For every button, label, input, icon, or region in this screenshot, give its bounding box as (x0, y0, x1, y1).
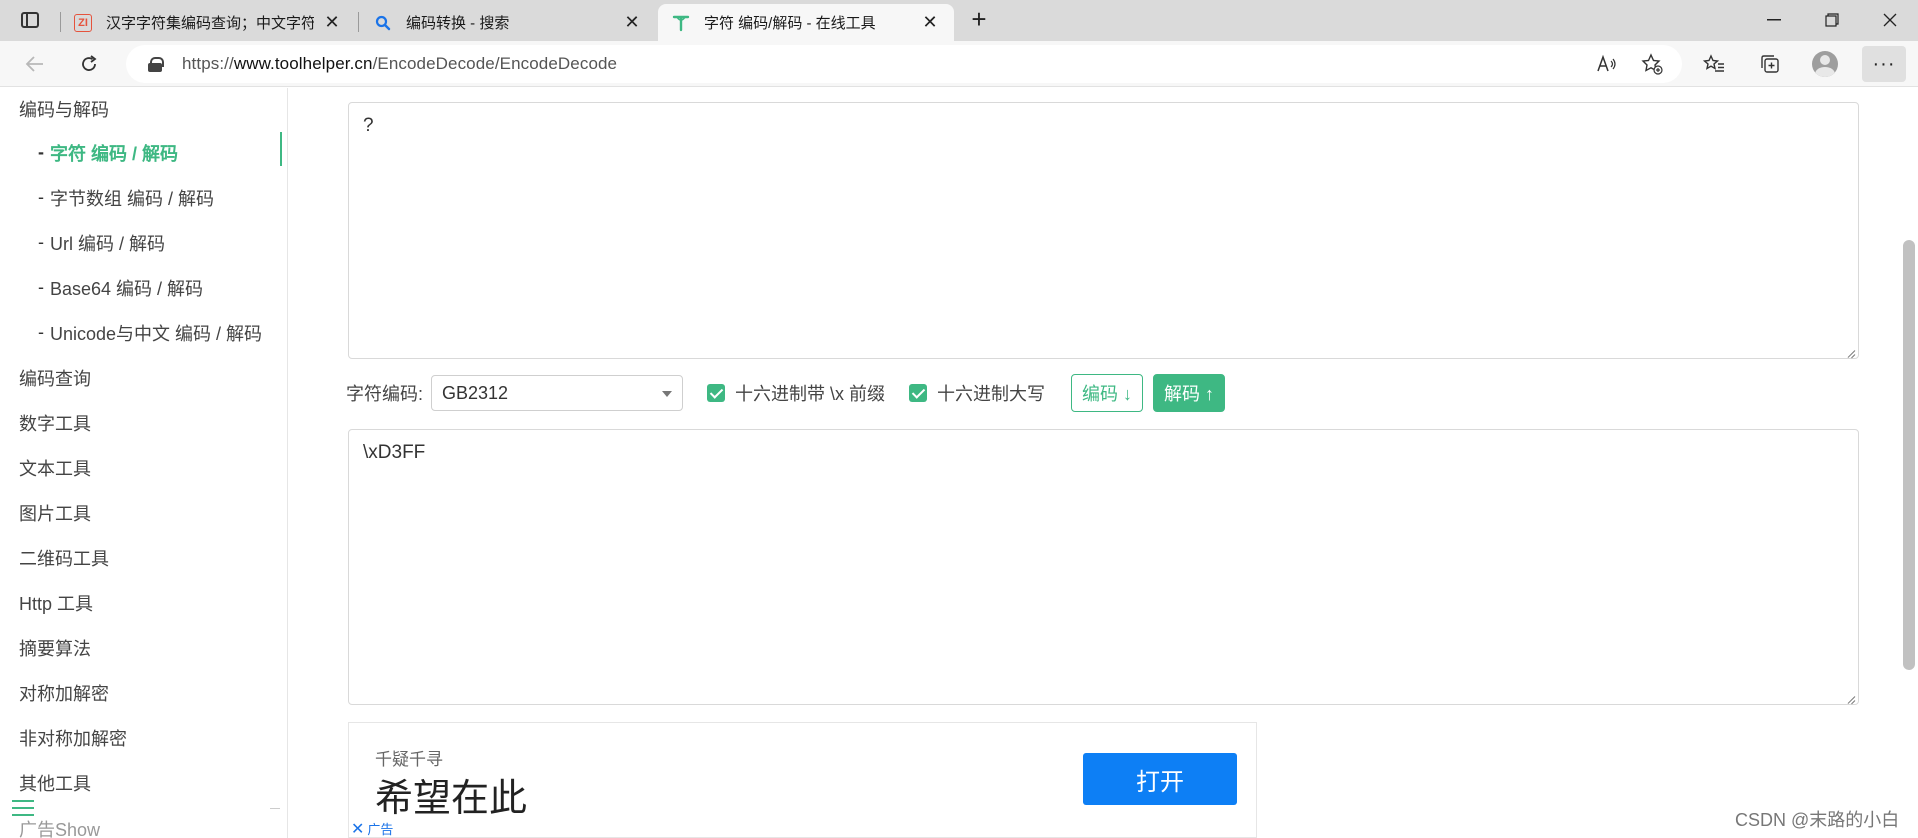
checkbox-checked-icon (909, 384, 928, 402)
sidebar: 编码与解码 - 字符 编码 / 解码 - 字节数组 编码 / 解码 - Url 编码 … (0, 88, 288, 838)
resize-handle-icon[interactable] (1844, 344, 1856, 356)
output-text: \xD3FF (363, 442, 426, 463)
sidebar-item-url[interactable]: - Url 编码 / 解码 (0, 220, 288, 265)
close-icon[interactable]: ✕ (622, 12, 642, 33)
sidebar-group-symmetric[interactable]: 对称加解密 (0, 670, 288, 715)
refresh-button[interactable] (72, 47, 106, 81)
collections-icon[interactable] (1755, 49, 1785, 79)
sidebar-item-base64[interactable]: - Base64 编码 / 解码 (0, 265, 288, 310)
charset-value: GB2312 (442, 382, 509, 403)
ad-banner[interactable]: 千疑千寻 希望在此 打开 ✕ 广告 (348, 722, 1257, 838)
ad-tag[interactable]: ✕ 广告 (351, 819, 393, 838)
minimize-button[interactable] (1746, 0, 1802, 40)
caret-down-icon (662, 391, 673, 397)
tab-title: 编码转换 - 搜索 (406, 15, 510, 32)
sidebar-group-encode-query[interactable]: 编码查询 (0, 355, 288, 400)
close-window-button[interactable] (1862, 0, 1918, 40)
back-arrow-icon (25, 56, 43, 72)
input-textarea[interactable]: ? (348, 102, 1859, 359)
tab-zi[interactable]: ZI 汉字字符集编码查询；中文字符集 ✕ (60, 4, 356, 41)
read-aloud-icon[interactable] (1592, 49, 1622, 79)
charset-label: 字符编码: (346, 384, 424, 404)
sidebar-group-encode-decode[interactable]: 编码与解码 (0, 86, 288, 131)
sidebar-group-image-tools[interactable]: 图片工具 (0, 490, 288, 535)
hex-upper-checkbox[interactable]: 十六进制大写 (909, 380, 1045, 406)
tab-title: 汉字字符集编码查询；中文字符集 (106, 15, 314, 32)
controls-row: 字符编码: GB2312 十六进制带 \x 前缀 十六进制大写 编码 ↓ 解码 … (346, 373, 1226, 413)
new-tab-button[interactable]: + (964, 4, 994, 36)
charset-select[interactable]: GB2312 (431, 375, 684, 411)
tab-actions-icon (21, 12, 39, 28)
close-icon[interactable]: ✕ (351, 821, 364, 838)
sidebar-group-text-tools[interactable]: 文本工具 (0, 445, 288, 490)
address-bar[interactable]: https://www.toolhelper.cn/EncodeDecode/E… (126, 45, 1682, 83)
avatar-icon (1812, 51, 1838, 77)
sidebar-group-other-tools[interactable]: 其他工具 (0, 760, 288, 805)
sidebar-item-char-encode[interactable]: - 字符 编码 / 解码 (0, 130, 288, 175)
input-text: ? (363, 115, 374, 136)
checkbox-checked-icon (707, 384, 726, 402)
browser-toolbar: https://www.toolhelper.cn/EncodeDecode/E… (0, 41, 1918, 87)
hex-upper-label: 十六进制大写 (937, 384, 1046, 404)
output-textarea[interactable]: \xD3FF (348, 429, 1859, 705)
sidebar-group-qrcode-tools[interactable]: 二维码工具 (0, 535, 288, 580)
add-favorite-icon[interactable] (1637, 49, 1667, 79)
sidebar-item-byte-array[interactable]: - 字节数组 编码 / 解码 (0, 175, 288, 220)
resize-handle-icon[interactable] (1844, 690, 1856, 702)
back-button[interactable] (18, 47, 52, 81)
close-icon[interactable]: ✕ (920, 12, 940, 33)
sidebar-group-ad-show[interactable]: 广告Show (0, 806, 288, 838)
encode-button[interactable]: 编码 ↓ (1071, 374, 1144, 412)
divider (270, 808, 280, 809)
tab-encode-decode[interactable]: 字符 编码/解码 - 在线工具 ✕ (658, 4, 954, 41)
sidebar-group-number-tools[interactable]: 数字工具 (0, 400, 288, 445)
url-text: https://www.toolhelper.cn/EncodeDecode/E… (182, 54, 618, 73)
tab-strip: ZI 汉字字符集编码查询；中文字符集 ✕ 编码转换 - 搜索 ✕ 字符 编码/解… (0, 0, 1918, 41)
sidebar-group-http-tools[interactable]: Http 工具 (0, 580, 288, 625)
zi-logo-icon: ZI (74, 13, 92, 32)
decode-button[interactable]: 解码 ↑ (1153, 374, 1226, 412)
sidebar-group-asymmetric[interactable]: 非对称加解密 (0, 715, 288, 760)
ad-headline: 希望在此 (375, 778, 528, 820)
scrollbar-thumb[interactable] (1903, 240, 1915, 670)
hex-prefix-label: 十六进制带 \x 前缀 (735, 384, 886, 404)
page-content: 编码与解码 - 字符 编码 / 解码 - 字节数组 编码 / 解码 - Url 编码 … (0, 88, 1918, 838)
tab-title: 字符 编码/解码 - 在线工具 (704, 15, 876, 32)
ad-open-button[interactable]: 打开 (1083, 753, 1237, 805)
toolhelper-logo-icon (672, 14, 690, 32)
tab-separator (358, 12, 359, 32)
sidebar-item-unicode[interactable]: - Unicode与中文 编码 / 解码 (0, 310, 288, 355)
lock-icon (148, 57, 164, 72)
close-icon[interactable]: ✕ (322, 12, 342, 33)
sidebar-group-digest[interactable]: 摘要算法 (0, 625, 288, 670)
hex-prefix-checkbox[interactable]: 十六进制带 \x 前缀 (707, 380, 885, 406)
watermark: CSDN @末路的小白 (1735, 810, 1900, 830)
favorites-icon[interactable] (1699, 49, 1729, 79)
search-icon (374, 14, 392, 32)
page-scrollbar[interactable] (1899, 240, 1918, 838)
tab-search[interactable]: 编码转换 - 搜索 ✕ (360, 4, 656, 41)
profile-avatar[interactable] (1810, 49, 1840, 79)
tab-actions-button[interactable] (10, 6, 50, 34)
refresh-icon (82, 55, 97, 71)
menu-toggle-icon[interactable] (12, 800, 34, 818)
more-menu-button[interactable]: ··· (1862, 46, 1906, 82)
restore-button[interactable] (1804, 0, 1860, 40)
